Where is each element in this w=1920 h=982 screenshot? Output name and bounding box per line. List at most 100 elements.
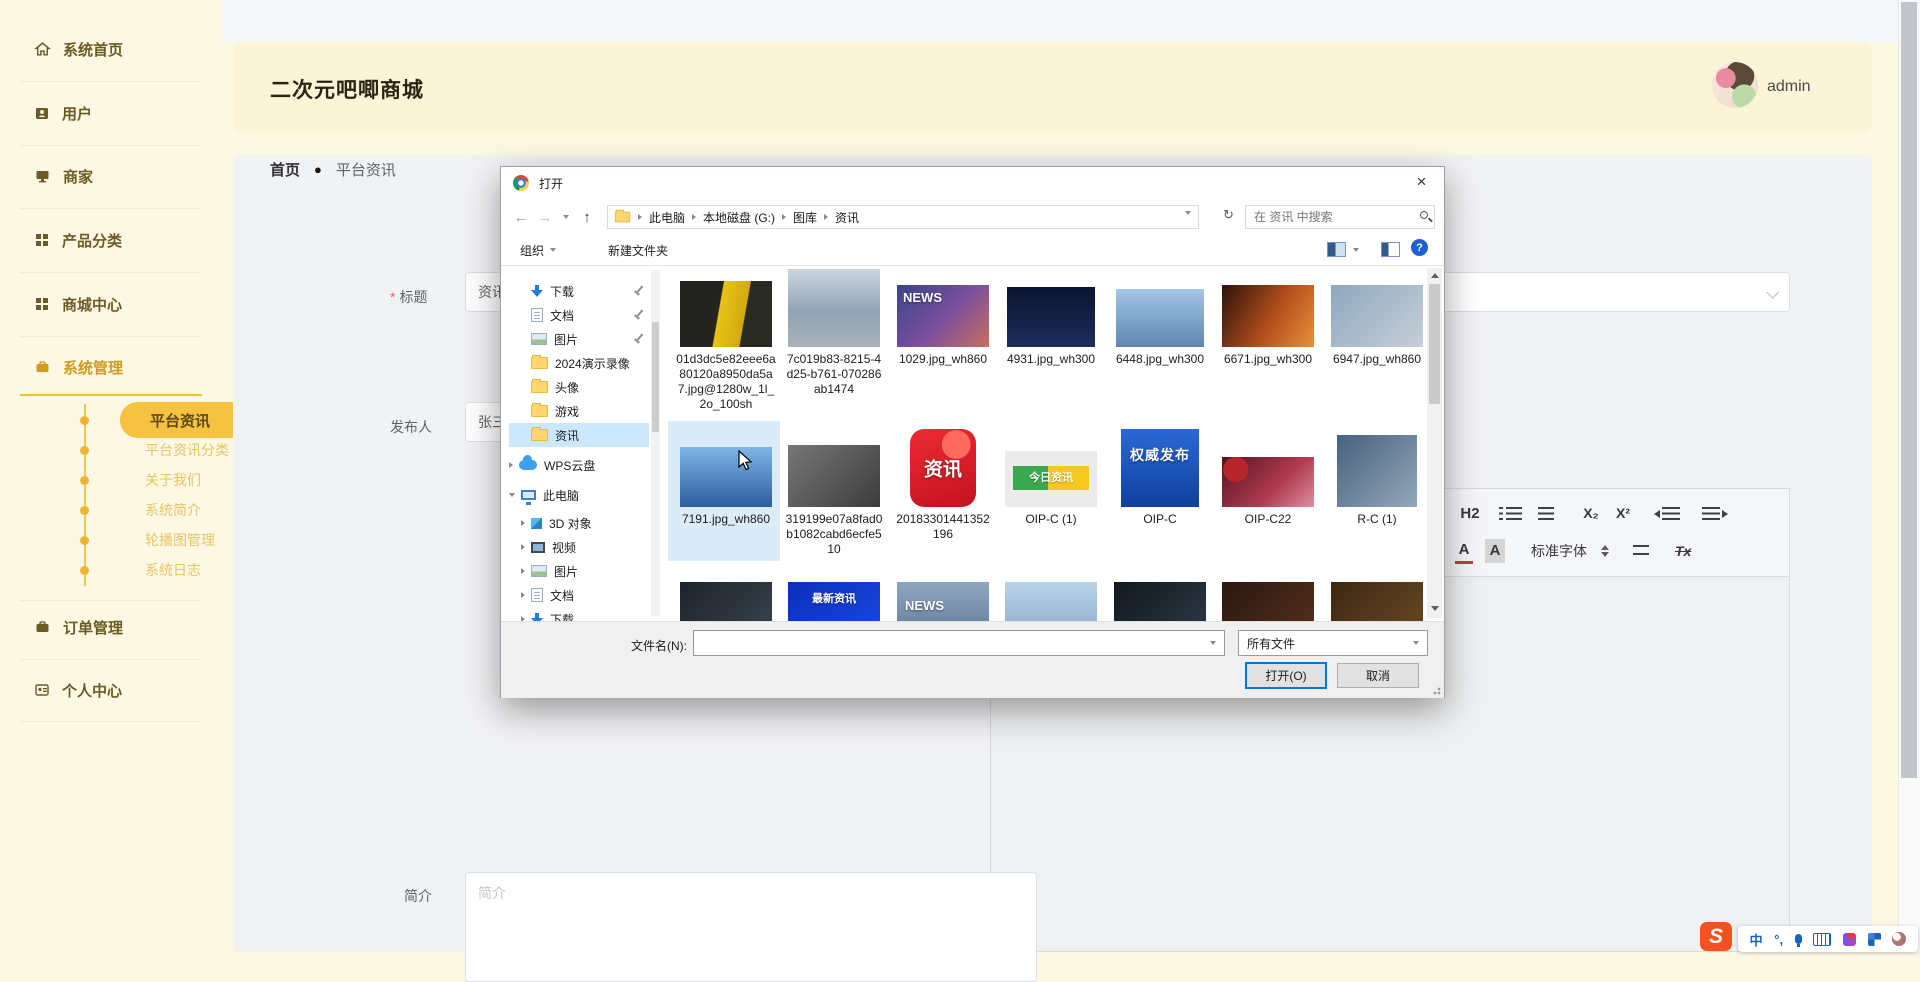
sidebar-item-order-management[interactable]: 订单管理 — [34, 611, 123, 643]
file-item[interactable]: 今日资讯 OIP-C (1) — [1001, 423, 1101, 527]
file-item[interactable]: 权威发布 OIP-C — [1110, 423, 1210, 527]
sidebar-item-merchants[interactable]: 商家 — [34, 160, 93, 192]
address-crumb[interactable]: 此电脑 — [649, 209, 685, 226]
refresh-icon[interactable]: ↻ — [1223, 207, 1234, 223]
forward-button[interactable]: → — [533, 209, 557, 226]
scroll-up-icon[interactable] — [1431, 273, 1439, 278]
sidebar-subitem-news-category[interactable]: 平台资讯分类 — [145, 436, 229, 464]
subscript-button[interactable]: X₂ — [1578, 501, 1604, 525]
file-item[interactable]: 01d3dc5e82eee6a80120a8950da5a7.jpg@1280w… — [676, 275, 776, 412]
sidebar-item-personal-center[interactable]: 个人中心 — [34, 674, 122, 706]
sidebar-subitem-about-us[interactable]: 关于我们 — [145, 466, 201, 494]
avatar[interactable] — [1712, 62, 1758, 108]
tree-item-documents[interactable]: 文档 — [509, 303, 649, 327]
expand-icon[interactable] — [521, 544, 525, 550]
expand-icon[interactable] — [521, 520, 525, 526]
outdent-button[interactable] — [1662, 501, 1680, 525]
tree-item-3d-objects[interactable]: 3D 对象 — [509, 511, 649, 535]
heading-button[interactable]: H2 — [1455, 501, 1485, 525]
ime-skin-icon[interactable] — [1843, 933, 1856, 946]
tree-item-pictures[interactable]: 图片 — [509, 327, 649, 351]
filename-combobox[interactable] — [693, 630, 1225, 656]
tree-scrollbar-thumb[interactable] — [652, 322, 659, 432]
tree-item-videos[interactable]: 视频 — [509, 535, 649, 559]
microphone-icon[interactable] — [1795, 934, 1802, 944]
file-item[interactable]: 6448.jpg_wh300 — [1110, 275, 1210, 367]
tree-item-folder-selected[interactable]: 资讯 — [509, 423, 649, 447]
tree-item-pictures[interactable]: 图片 — [509, 559, 649, 583]
cancel-button[interactable]: 取消 — [1337, 663, 1419, 688]
file-thumbnail-partial[interactable] — [680, 582, 772, 621]
tree-item-downloads[interactable]: 下载 — [509, 607, 649, 621]
file-item[interactable]: 7c019b83-8215-4d25-b761-070286ab1474 — [784, 275, 884, 397]
tree-item-folder[interactable]: 2024演示录像 — [509, 351, 649, 375]
file-thumbnail-partial[interactable] — [1114, 582, 1206, 621]
address-dropdown-icon[interactable] — [1185, 211, 1191, 215]
ime-menu-icon[interactable] — [1868, 933, 1881, 946]
expand-icon[interactable] — [509, 462, 513, 468]
indent-button[interactable] — [1702, 501, 1720, 525]
open-button[interactable]: 打开(O) — [1245, 662, 1327, 689]
close-button[interactable]: × — [1399, 167, 1444, 197]
font-family-select[interactable]: 标准字体 — [1531, 541, 1609, 561]
ime-language-toggle[interactable]: 中 — [1750, 930, 1763, 949]
new-folder-button[interactable]: 新建文件夹 — [608, 242, 668, 259]
address-crumb[interactable]: 资讯 — [835, 209, 859, 226]
file-thumbnail-partial[interactable]: NEWS — [897, 582, 989, 621]
grid-scrollbar-thumb[interactable] — [1429, 284, 1440, 404]
file-thumbnail-partial[interactable] — [1005, 582, 1097, 621]
font-color-button[interactable]: A — [1455, 537, 1473, 564]
file-item[interactable]: 资讯 20183301441352196 — [893, 423, 993, 542]
view-mode-icon[interactable] — [1327, 242, 1346, 257]
file-thumbnail-partial[interactable] — [1222, 582, 1314, 621]
unordered-list-button[interactable] — [1538, 501, 1554, 525]
tree-item-folder[interactable]: 头像 — [509, 375, 649, 399]
tree-item-folder[interactable]: 游戏 — [509, 399, 649, 423]
organize-menu[interactable]: 组织 — [520, 242, 556, 259]
sidebar-subitem-system-intro[interactable]: 系统简介 — [145, 496, 201, 524]
ime-logo[interactable]: S — [1700, 922, 1732, 951]
sidebar-subitem-carousel-management[interactable]: 轮播图管理 — [145, 526, 215, 554]
ordered-list-button[interactable] — [1499, 501, 1522, 525]
keyboard-icon[interactable] — [1813, 933, 1831, 946]
up-button[interactable]: ↑ — [575, 209, 599, 226]
resize-grip[interactable] — [1433, 687, 1441, 695]
superscript-button[interactable]: X² — [1610, 501, 1636, 525]
address-crumb[interactable]: 本地磁盘 (G:) — [703, 209, 775, 226]
tree-item-this-pc[interactable]: 此电脑 — [509, 483, 649, 507]
file-thumbnail-partial[interactable] — [1331, 582, 1423, 621]
sidebar-item-home[interactable]: 系统首页 — [34, 33, 123, 65]
ime-punctuation-toggle[interactable]: °, — [1774, 932, 1783, 947]
chevron-down-icon[interactable] — [1210, 641, 1216, 645]
file-thumbnail-partial[interactable]: 最新资讯 — [788, 582, 880, 621]
scroll-down-icon[interactable] — [1431, 606, 1439, 611]
expand-icon[interactable] — [521, 568, 525, 574]
search-box[interactable] — [1245, 205, 1435, 229]
breadcrumb-home[interactable]: 首页 — [270, 159, 300, 180]
file-item[interactable]: R-C (1) — [1327, 423, 1427, 527]
filetype-select[interactable]: 所有文件 — [1238, 630, 1428, 656]
address-crumb[interactable]: 图库 — [793, 209, 817, 226]
tree-item-downloads[interactable]: 下载 — [509, 279, 649, 303]
tree-item-wps-cloud[interactable]: WPS云盘 — [509, 453, 649, 477]
page-scrollbar-thumb[interactable] — [1901, 2, 1917, 778]
sidebar-subitem-system-log[interactable]: 系统日志 — [145, 556, 201, 584]
intro-textarea[interactable] — [465, 872, 1037, 982]
filename-input[interactable] — [694, 631, 1224, 655]
file-item[interactable]: OIP-C22 — [1218, 423, 1318, 527]
line-height-button[interactable] — [1633, 539, 1649, 563]
file-item[interactable]: NEWS 1029.jpg_wh860 — [893, 275, 993, 367]
user-name[interactable]: admin — [1767, 78, 1811, 96]
collapse-icon[interactable] — [509, 493, 515, 497]
address-bar[interactable]: 此电脑 本地磁盘 (G:) 图库 资讯 — [607, 205, 1199, 229]
file-item[interactable]: 319199e07a8fad0b1082cabd6ecfe510 — [784, 423, 884, 557]
sidebar-item-users[interactable]: 用户 — [34, 97, 92, 129]
sidebar-item-mall-center[interactable]: 商城中心 — [34, 288, 122, 320]
tree-item-documents[interactable]: 文档 — [509, 583, 649, 607]
emoji-icon[interactable] — [1892, 932, 1906, 946]
dialog-titlebar[interactable]: 打开 — [501, 167, 1444, 199]
file-item[interactable]: 6671.jpg_wh300 — [1218, 275, 1318, 367]
help-button[interactable]: ? — [1411, 239, 1428, 256]
search-input[interactable] — [1246, 206, 1414, 228]
sidebar-item-product-category[interactable]: 产品分类 — [34, 224, 122, 256]
